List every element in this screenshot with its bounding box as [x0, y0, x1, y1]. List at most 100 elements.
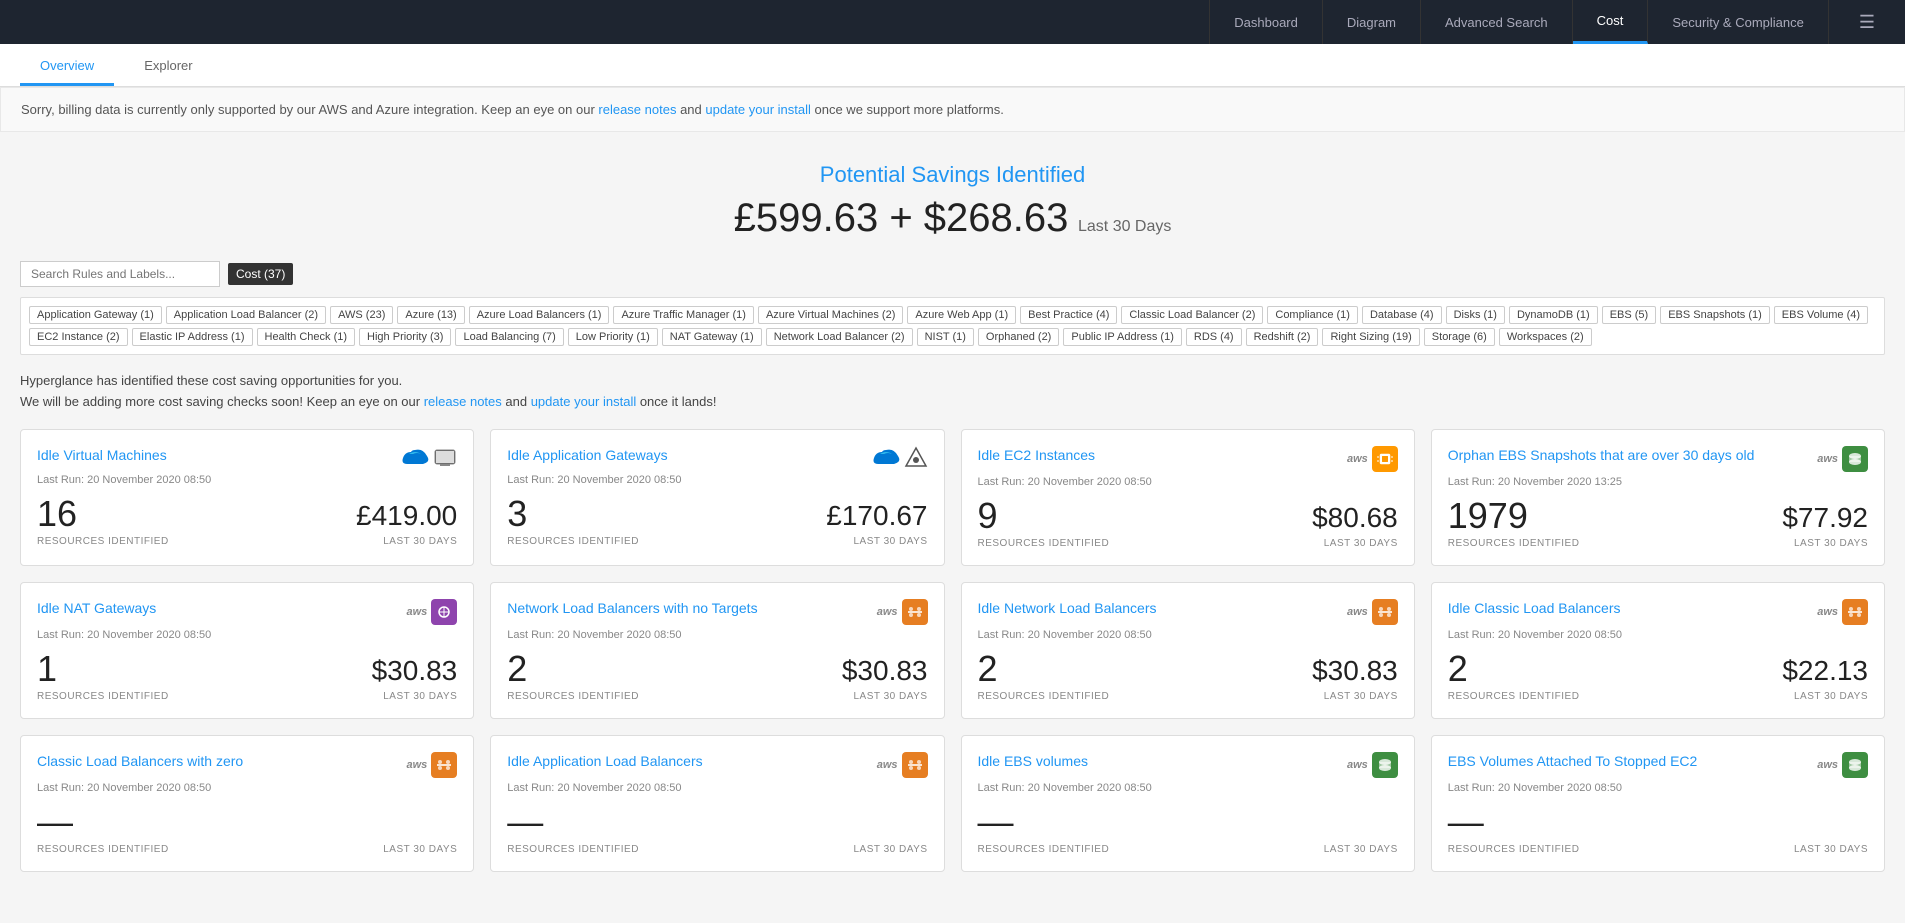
filter-tag[interactable]: Azure Virtual Machines (2): [758, 306, 903, 324]
card-last-run: Last Run: 20 November 2020 08:50: [1448, 629, 1868, 641]
filter-tag[interactable]: Storage (6): [1424, 328, 1495, 346]
card-icons: aws: [877, 599, 928, 625]
filter-tag[interactable]: Right Sizing (19): [1322, 328, 1419, 346]
cost-card[interactable]: Idle Application Load Balancers aws Last…: [490, 735, 944, 872]
filter-tag[interactable]: Workspaces (2): [1499, 328, 1592, 346]
card-count: 2: [507, 651, 527, 687]
filter-tag[interactable]: NAT Gateway (1): [662, 328, 762, 346]
filter-tag[interactable]: EBS Volume (4): [1774, 306, 1868, 324]
chip-icon: [1377, 451, 1393, 467]
search-input[interactable]: [20, 261, 220, 287]
description-line1: Hyperglance has identified these cost sa…: [20, 371, 1885, 392]
filter-tag[interactable]: Best Practice (4): [1020, 306, 1117, 324]
card-title: Network Load Balancers with no Targets: [507, 599, 868, 617]
nav-advanced-search[interactable]: Advanced Search: [1421, 0, 1573, 44]
filter-tags-container: Application Gateway (1)Application Load …: [20, 297, 1885, 355]
filter-tag[interactable]: Disks (1): [1446, 306, 1505, 324]
card-label-right: LAST 30 DAYS: [854, 844, 928, 855]
filter-tag[interactable]: EC2 Instance (2): [29, 328, 128, 346]
filter-tag[interactable]: Redshift (2): [1246, 328, 1319, 346]
card-title: Idle Application Gateways: [507, 446, 863, 464]
update-install-link-1[interactable]: update your install: [705, 102, 811, 117]
card-label-left: RESOURCES IDENTIFIED: [978, 691, 1110, 702]
filter-tag[interactable]: Public IP Address (1): [1063, 328, 1182, 346]
card-icons: aws: [1817, 752, 1868, 778]
filter-tag[interactable]: Azure Web App (1): [907, 306, 1016, 324]
filter-tag[interactable]: Elastic IP Address (1): [132, 328, 253, 346]
card-count: 1979: [1448, 498, 1528, 534]
release-notes-link-2[interactable]: release notes: [424, 394, 502, 409]
card-last-run: Last Run: 20 November 2020 08:50: [1448, 782, 1868, 794]
card-label-right: LAST 30 DAYS: [383, 691, 457, 702]
main-content: Potential Savings Identified £599.63 + $…: [0, 132, 1905, 892]
filter-tag[interactable]: Low Priority (1): [568, 328, 658, 346]
cost-card[interactable]: Idle Application Gateways Last Run: 20 N…: [490, 429, 944, 566]
filter-tag[interactable]: NIST (1): [917, 328, 974, 346]
cost-card[interactable]: Idle EC2 Instances aws Last Run: 20 Nove…: [961, 429, 1415, 566]
card-icons: aws: [1817, 599, 1868, 625]
savings-amounts: £599.63 + $268.63 Last 30 Days: [20, 196, 1885, 241]
filter-tag[interactable]: Azure Load Balancers (1): [469, 306, 610, 324]
card-label-left: RESOURCES IDENTIFIED: [1448, 538, 1580, 549]
cost-card[interactable]: EBS Volumes Attached To Stopped EC2 aws …: [1431, 735, 1885, 872]
nav-links: Dashboard Diagram Advanced Search Cost S…: [1209, 0, 1829, 44]
tab-explorer[interactable]: Explorer: [124, 44, 212, 86]
card-last-run: Last Run: 20 November 2020 08:50: [978, 782, 1398, 794]
cost-card[interactable]: Idle Classic Load Balancers aws Last Run…: [1431, 582, 1885, 719]
card-title: Idle EC2 Instances: [978, 446, 1339, 464]
filter-tag[interactable]: EBS (5): [1602, 306, 1657, 324]
network-icon: [436, 604, 452, 620]
cost-card[interactable]: Network Load Balancers with no Targets a…: [490, 582, 944, 719]
azure-cloud-icon: [872, 448, 900, 468]
card-icons: aws: [406, 752, 457, 778]
release-notes-link-1[interactable]: release notes: [598, 102, 676, 117]
card-icons: aws: [1347, 599, 1398, 625]
nav-dashboard[interactable]: Dashboard: [1209, 0, 1323, 44]
card-last-run: Last Run: 20 November 2020 08:50: [507, 629, 927, 641]
cost-card[interactable]: Orphan EBS Snapshots that are over 30 da…: [1431, 429, 1885, 566]
tab-overview[interactable]: Overview: [20, 44, 114, 86]
card-amount: £170.67: [826, 500, 927, 532]
storage-icon: [1377, 757, 1393, 773]
filter-tag[interactable]: Health Check (1): [257, 328, 356, 346]
cost-card[interactable]: Idle NAT Gateways aws Last Run: 20 Novem…: [20, 582, 474, 719]
card-last-run: Last Run: 20 November 2020 08:50: [37, 782, 457, 794]
filter-tag[interactable]: Classic Load Balancer (2): [1121, 306, 1263, 324]
cost-card[interactable]: Idle EBS volumes aws Last Run: 20 Novemb…: [961, 735, 1415, 872]
card-last-run: Last Run: 20 November 2020 08:50: [978, 476, 1398, 488]
card-title: Idle Virtual Machines: [37, 446, 393, 464]
info-text-before: Sorry, billing data is currently only su…: [21, 102, 598, 117]
cost-card[interactable]: Classic Load Balancers with zero aws Las…: [20, 735, 474, 872]
filter-tag[interactable]: High Priority (3): [359, 328, 451, 346]
lb-icon: [1847, 604, 1863, 620]
filter-tag[interactable]: Database (4): [1362, 306, 1442, 324]
filter-tag[interactable]: EBS Snapshots (1): [1660, 306, 1770, 324]
filter-tag[interactable]: Azure Traffic Manager (1): [613, 306, 754, 324]
filter-tag[interactable]: Azure (13): [397, 306, 464, 324]
card-last-run: Last Run: 20 November 2020 13:25: [1448, 476, 1868, 488]
filter-tag[interactable]: DynamoDB (1): [1509, 306, 1598, 324]
card-title: Orphan EBS Snapshots that are over 30 da…: [1448, 446, 1809, 464]
hamburger-icon[interactable]: ☰: [1849, 12, 1885, 33]
cost-card[interactable]: Idle Network Load Balancers aws Last Run…: [961, 582, 1415, 719]
update-install-link-2[interactable]: update your install: [531, 394, 637, 409]
nav-cost[interactable]: Cost: [1573, 0, 1649, 44]
filter-tag[interactable]: RDS (4): [1186, 328, 1242, 346]
filter-tag[interactable]: Orphaned (2): [978, 328, 1059, 346]
tabs-bar: Overview Explorer: [0, 44, 1905, 87]
filter-tag[interactable]: AWS (23): [330, 306, 393, 324]
card-label-right: LAST 30 DAYS: [1794, 844, 1868, 855]
filter-tag[interactable]: Application Load Balancer (2): [166, 306, 326, 324]
card-label-left: RESOURCES IDENTIFIED: [507, 536, 639, 547]
nav-security[interactable]: Security & Compliance: [1648, 0, 1829, 44]
top-navigation: Dashboard Diagram Advanced Search Cost S…: [0, 0, 1905, 44]
nav-diagram[interactable]: Diagram: [1323, 0, 1421, 44]
filter-tag[interactable]: Compliance (1): [1267, 306, 1358, 324]
filter-tag[interactable]: Network Load Balancer (2): [766, 328, 913, 346]
filter-tag[interactable]: Application Gateway (1): [29, 306, 162, 324]
cost-card[interactable]: Idle Virtual Machines Last Run: 20 Novem…: [20, 429, 474, 566]
card-amount: $30.83: [842, 655, 928, 687]
cards-grid: Idle Virtual Machines Last Run: 20 Novem…: [20, 429, 1885, 872]
card-icons: [872, 446, 928, 470]
filter-tag[interactable]: Load Balancing (7): [455, 328, 563, 346]
